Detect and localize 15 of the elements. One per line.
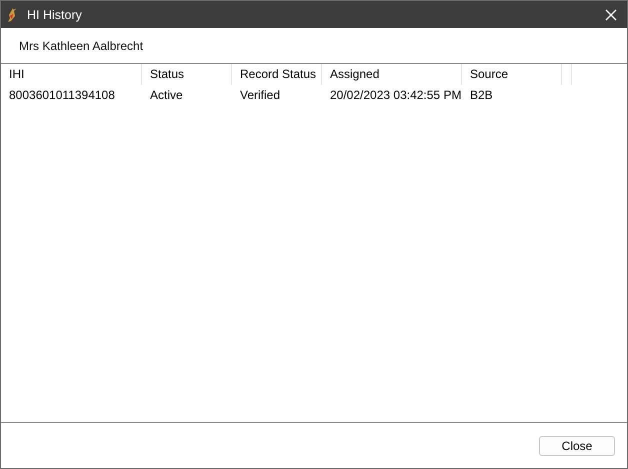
- window-title: HI History: [27, 8, 83, 22]
- column-header[interactable]: Source: [462, 64, 562, 85]
- table-cell-text: 20/02/2023 03:42:55 PM: [329, 87, 462, 104]
- column-header[interactable]: IHI: [1, 64, 142, 85]
- table-cell-text: Active: [149, 87, 184, 104]
- close-button[interactable]: Close: [539, 436, 615, 456]
- column-header[interactable]: Assigned: [322, 64, 462, 85]
- table-cell-text: B2B: [469, 87, 494, 104]
- bird-icon: [6, 6, 18, 22]
- table-cell-text: 8003601011394108: [8, 87, 116, 104]
- table-cell-text: Verified: [239, 87, 282, 104]
- close-icon[interactable]: [605, 8, 617, 20]
- column-header[interactable]: Record Status: [232, 64, 322, 85]
- patient-name: Mrs Kathleen Aalbrecht: [19, 38, 144, 52]
- column-header[interactable]: Status: [142, 64, 232, 85]
